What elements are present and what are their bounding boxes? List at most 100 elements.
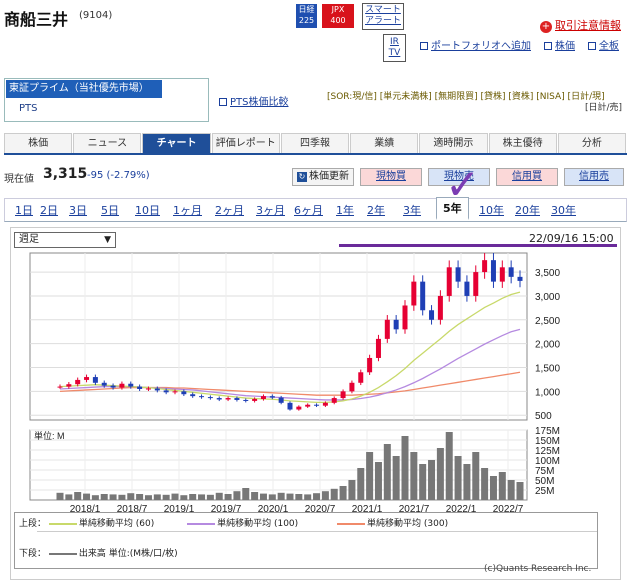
volume-unit-label: 単位: M <box>34 430 65 441</box>
candle-body <box>225 398 231 400</box>
candle-body <box>181 391 187 395</box>
candle-body <box>66 384 72 387</box>
volume-bar <box>472 452 480 500</box>
volume-bar <box>83 493 91 500</box>
chart-legend: 上段： 単純移動平均 (60) 単純移動平均 (100) 単純移動平均 (300… <box>14 512 598 569</box>
volume-bar <box>189 494 197 500</box>
candle-body <box>172 391 178 393</box>
candle-body <box>243 399 249 401</box>
volume-bar <box>304 494 312 500</box>
candle-body <box>499 267 505 282</box>
candle-body <box>358 372 364 383</box>
candle-body <box>446 267 452 296</box>
volume-bar <box>366 452 374 500</box>
candle-body <box>437 295 443 320</box>
candle-body <box>322 402 328 406</box>
volume-bar <box>516 482 524 500</box>
candle-body <box>340 391 346 399</box>
candle-body <box>260 396 266 400</box>
candle-body <box>92 377 98 383</box>
candle-body <box>411 281 417 306</box>
volume-bar <box>206 494 214 500</box>
volume-bar <box>295 494 303 500</box>
legend-ma100: 単純移動平均 (100) <box>217 519 299 529</box>
legend-ma60: 単純移動平均 (60) <box>78 519 155 529</box>
candle-body <box>110 385 116 388</box>
legend-divider <box>37 531 597 532</box>
legend-ma300-swatch <box>337 522 366 525</box>
candle-body <box>482 260 488 273</box>
volume-bar <box>286 493 294 500</box>
candle-body <box>190 394 196 397</box>
volume-bar <box>118 494 126 500</box>
candle-body <box>154 388 160 391</box>
candle-body <box>367 357 373 373</box>
price-tick-label: 3,500 <box>535 268 560 279</box>
volume-bar <box>233 491 241 500</box>
price-tick-label: 1,500 <box>535 364 560 375</box>
candle-body <box>331 398 337 403</box>
price-tick-label: 500 <box>535 411 552 422</box>
volume-bar <box>277 492 285 500</box>
volume-bar <box>171 493 179 500</box>
legend-ma300: 単純移動平均 (300) <box>367 519 449 529</box>
candle-body <box>464 281 470 296</box>
volume-bar <box>330 488 338 500</box>
volume-bar <box>463 464 471 500</box>
volume-bar <box>180 495 188 500</box>
candle-body <box>296 406 302 410</box>
volume-tick-label: 25M <box>535 486 554 497</box>
candle-body <box>490 260 496 282</box>
candle-body <box>455 267 461 282</box>
price-tick-label: 3,000 <box>535 292 560 303</box>
volume-bar <box>198 494 206 500</box>
volume-bar <box>348 480 356 500</box>
volume-bar <box>127 493 135 500</box>
candle-body <box>75 379 81 385</box>
volume-bar <box>74 492 82 500</box>
candle-body <box>305 404 311 407</box>
legend-volume-swatch <box>48 552 77 555</box>
price-plot-frame <box>29 252 528 421</box>
volume-bar <box>100 494 108 500</box>
candle-body <box>137 386 143 389</box>
volume-bar <box>410 452 418 500</box>
legend-lower: 下段： 出来高 単位:(M株/口/枚) <box>19 549 178 559</box>
volume-bar <box>56 492 64 500</box>
volume-bar <box>419 464 427 500</box>
volume-bar <box>91 495 99 500</box>
volume-bar <box>507 480 515 500</box>
volume-bar <box>481 468 489 500</box>
candle-body <box>145 388 151 390</box>
price-tick-label: 2,500 <box>535 316 560 327</box>
candle-body <box>128 383 134 387</box>
candle-body <box>402 305 408 330</box>
price-tick-label: 1,000 <box>535 387 560 398</box>
volume-bar <box>251 492 259 500</box>
candle-body <box>234 398 240 400</box>
candle-body <box>314 404 320 406</box>
candle-body <box>199 396 205 398</box>
candle-body <box>163 390 169 393</box>
volume-bar <box>445 432 453 500</box>
volume-bar <box>65 494 73 500</box>
candle-body <box>278 397 284 403</box>
candle-body <box>252 399 258 401</box>
candle-body <box>420 281 426 311</box>
volume-bar <box>268 494 276 500</box>
candle-body <box>473 272 479 296</box>
candle-body <box>269 396 275 398</box>
volume-bar <box>454 456 462 500</box>
volume-bar <box>374 462 382 500</box>
legend-volume: 出来高 単位:(M株/口/枚) <box>78 549 178 559</box>
legend-ma60-swatch <box>48 522 77 525</box>
candle-body <box>349 382 355 392</box>
candle-body <box>393 319 399 330</box>
candle-body <box>375 338 381 358</box>
volume-bar <box>259 493 267 500</box>
volume-bar <box>313 493 321 500</box>
volume-bar <box>109 494 117 500</box>
price-tick-label: 2,000 <box>535 340 560 351</box>
volume-bar <box>224 494 232 500</box>
candle-body <box>517 276 523 281</box>
